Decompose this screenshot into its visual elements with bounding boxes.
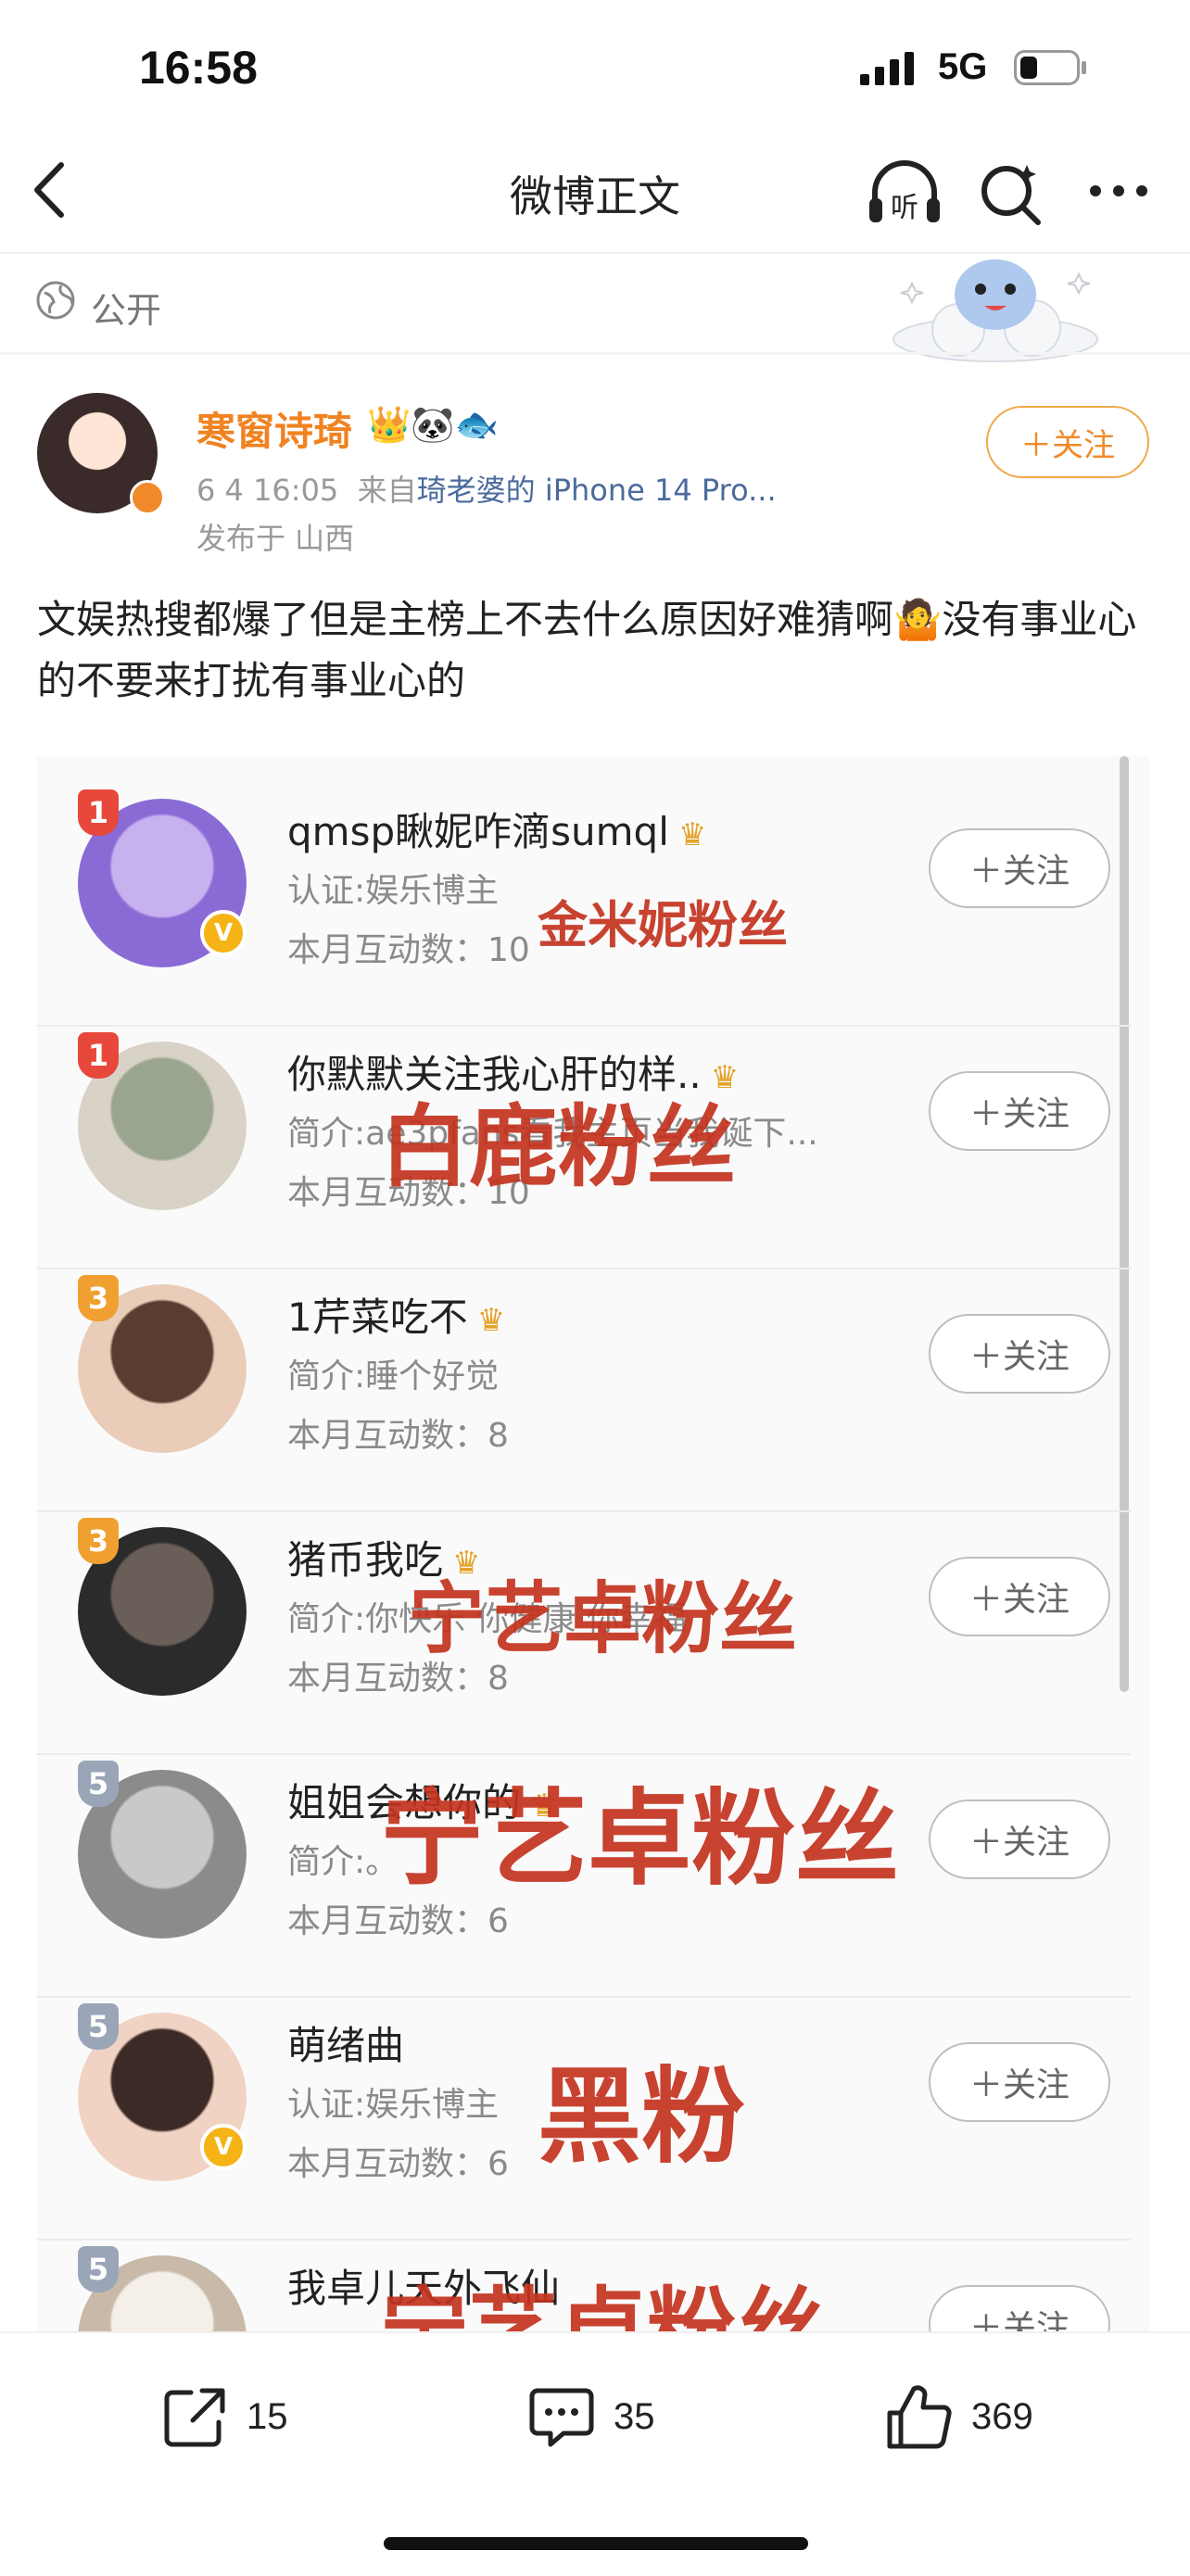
verified-badge-icon: V <box>200 2124 247 2170</box>
home-indicator[interactable] <box>384 2537 808 2550</box>
fan-follow-button[interactable]: ＋关注 <box>929 1314 1110 1394</box>
fan-follow-button[interactable]: ＋关注 <box>929 2285 1110 2331</box>
repost-icon <box>164 2388 225 2447</box>
fan-list-item[interactable]: 3 1芹菜吃不 ♛ 简介:睡个好觉 本月互动数：8 ＋关注 <box>37 1268 1131 1512</box>
fan-follow-button[interactable]: ＋关注 <box>929 2042 1110 2122</box>
section-divider <box>0 352 1190 355</box>
author-badges: 👑🐼🐟 <box>367 404 499 445</box>
rank-badge: 5 <box>78 2003 119 2050</box>
follow-author-button[interactable]: ＋关注 <box>986 406 1149 478</box>
listen-label: 听 <box>891 192 918 224</box>
repost-count: 15 <box>247 2395 288 2437</box>
fan-follow-button[interactable]: ＋关注 <box>929 1799 1110 1879</box>
fan-follow-button[interactable]: ＋关注 <box>929 1557 1110 1636</box>
rank-badge: 5 <box>78 1761 119 1807</box>
source-prefix: 来自 <box>357 473 417 508</box>
interaction-count: 本月互动数：8 <box>287 1417 509 1455</box>
rank-badge: 3 <box>78 1275 119 1321</box>
repost-button[interactable]: 15 <box>159 2380 288 2454</box>
author-name[interactable]: 寒窗诗琦 <box>196 400 352 457</box>
handwritten-annotation: 金米妮粉丝 <box>538 896 788 954</box>
interaction-count: 本月互动数：10 <box>287 931 530 969</box>
thumbs-up-icon <box>887 2385 952 2449</box>
network-type: 5G <box>938 46 988 87</box>
comment-icon <box>529 2388 594 2447</box>
fan-name[interactable]: 萌绪曲 <box>287 2014 404 2071</box>
rank-badge: 1 <box>78 1032 119 1079</box>
search-icon[interactable] <box>979 161 1044 226</box>
globe-icon <box>36 281 75 320</box>
cloud-mascot-decoration-icon <box>892 259 1098 362</box>
battery-icon <box>1014 50 1086 85</box>
fan-list-item[interactable]: 5 姐姐会想你的 ♛ 简介:。 本月互动数：6 ＋关注 宁艺卓粉丝 <box>37 1753 1131 1998</box>
fan-name[interactable]: 1芹菜吃不 ♛ <box>287 1286 505 1343</box>
post-text-part-1: 文娱热搜都爆了但是主榜上不去什么原因好难猜啊 <box>37 597 894 642</box>
fan-list-item[interactable]: 5 我卓儿天外飞仙 ＋关注 宁艺卓粉丝 <box>37 2239 1131 2331</box>
post-text: 文娱热搜都爆了但是主榜上不去什么原因好难猜啊🤷没有事业心的不要来打扰有事业心的 <box>37 589 1149 712</box>
fan-follow-button[interactable]: ＋关注 <box>929 1071 1110 1151</box>
fan-follow-button[interactable]: ＋关注 <box>929 828 1110 908</box>
more-options-icon[interactable] <box>1086 182 1151 200</box>
fan-name-text: 萌绪曲 <box>287 2023 405 2068</box>
post-emoji: 🤷 <box>893 597 943 642</box>
fan-description: 认证:娱乐博主 <box>287 872 500 910</box>
embedded-fan-list-image[interactable]: 1 Vqmsp瞅妮咋滴sumql ♛ 认证:娱乐博主 本月互动数：10 ＋关注 金米妮粉丝 1… <box>37 756 1149 2331</box>
verified-badge-icon: V <box>200 910 247 956</box>
headphones-listen-icon[interactable]: 听 <box>866 158 943 228</box>
fan-description: 简介:睡个好觉 <box>287 1357 500 1395</box>
fan-list-item[interactable]: 5 V 萌绪曲认证:娱乐博主 本月互动数：6 ＋关注 黑粉 <box>37 1996 1131 2241</box>
like-button[interactable]: 369 <box>884 2380 1033 2454</box>
visibility-label: 公开 <box>91 290 162 331</box>
post-location: 发布于 山西 <box>196 521 355 556</box>
status-time: 16:58 <box>139 42 258 94</box>
interaction-count: 本月互动数：6 <box>287 2145 509 2183</box>
fan-name-text: 1芹菜吃不 <box>287 1294 468 1340</box>
comment-count: 35 <box>614 2395 655 2437</box>
crown-icon: ♛ <box>677 816 707 853</box>
fan-list-item[interactable]: 3 猪币我吃 ♛ 简介:你快乐 你健康 你幸福 本月互动数：8 ＋关注 宁艺卓粉丝 <box>37 1510 1131 1755</box>
crown-icon: ♛ <box>476 1302 506 1339</box>
post-time: 6 4 16:05 <box>196 473 339 508</box>
post-meta: 6 4 16:05 来自琦老婆的 iPhone 14 Pro... <box>196 467 777 510</box>
rank-badge: 1 <box>78 789 119 836</box>
post-source[interactable]: 琦老婆的 iPhone 14 Pro... <box>417 473 777 508</box>
comment-button[interactable]: 35 <box>526 2380 655 2454</box>
fan-list-item[interactable]: 1 你默默关注我心肝的样.. ♛ 简介:ae3pfans看我主页当我诞下... 本月互动… <box>37 1025 1131 1269</box>
handwritten-annotation: 宁艺卓粉丝 <box>408 1573 798 1664</box>
handwritten-annotation: 宁艺卓粉丝 <box>380 2278 825 2331</box>
handwritten-annotation: 白鹿粉丝 <box>380 1095 736 1199</box>
like-count: 369 <box>971 2395 1033 2437</box>
fan-list-item[interactable]: 1 Vqmsp瞅妮咋滴sumql ♛ 认证:娱乐博主 本月互动数：10 ＋关注金米妮粉丝 <box>37 782 1131 1027</box>
fan-name-text: qmsp瞅妮咋滴sumql <box>287 809 669 854</box>
rank-badge: 5 <box>78 2246 119 2292</box>
handwritten-annotation: 宁艺卓粉丝 <box>380 1779 899 1900</box>
cellular-signal-icon <box>860 52 914 85</box>
handwritten-annotation: 黑粉 <box>538 2057 745 2178</box>
fan-description: 认证:娱乐博主 <box>287 2086 500 2124</box>
fan-name[interactable]: qmsp瞅妮咋滴sumql ♛ <box>287 801 706 857</box>
rank-badge: 3 <box>78 1518 119 1564</box>
avatar-badge <box>130 480 165 515</box>
